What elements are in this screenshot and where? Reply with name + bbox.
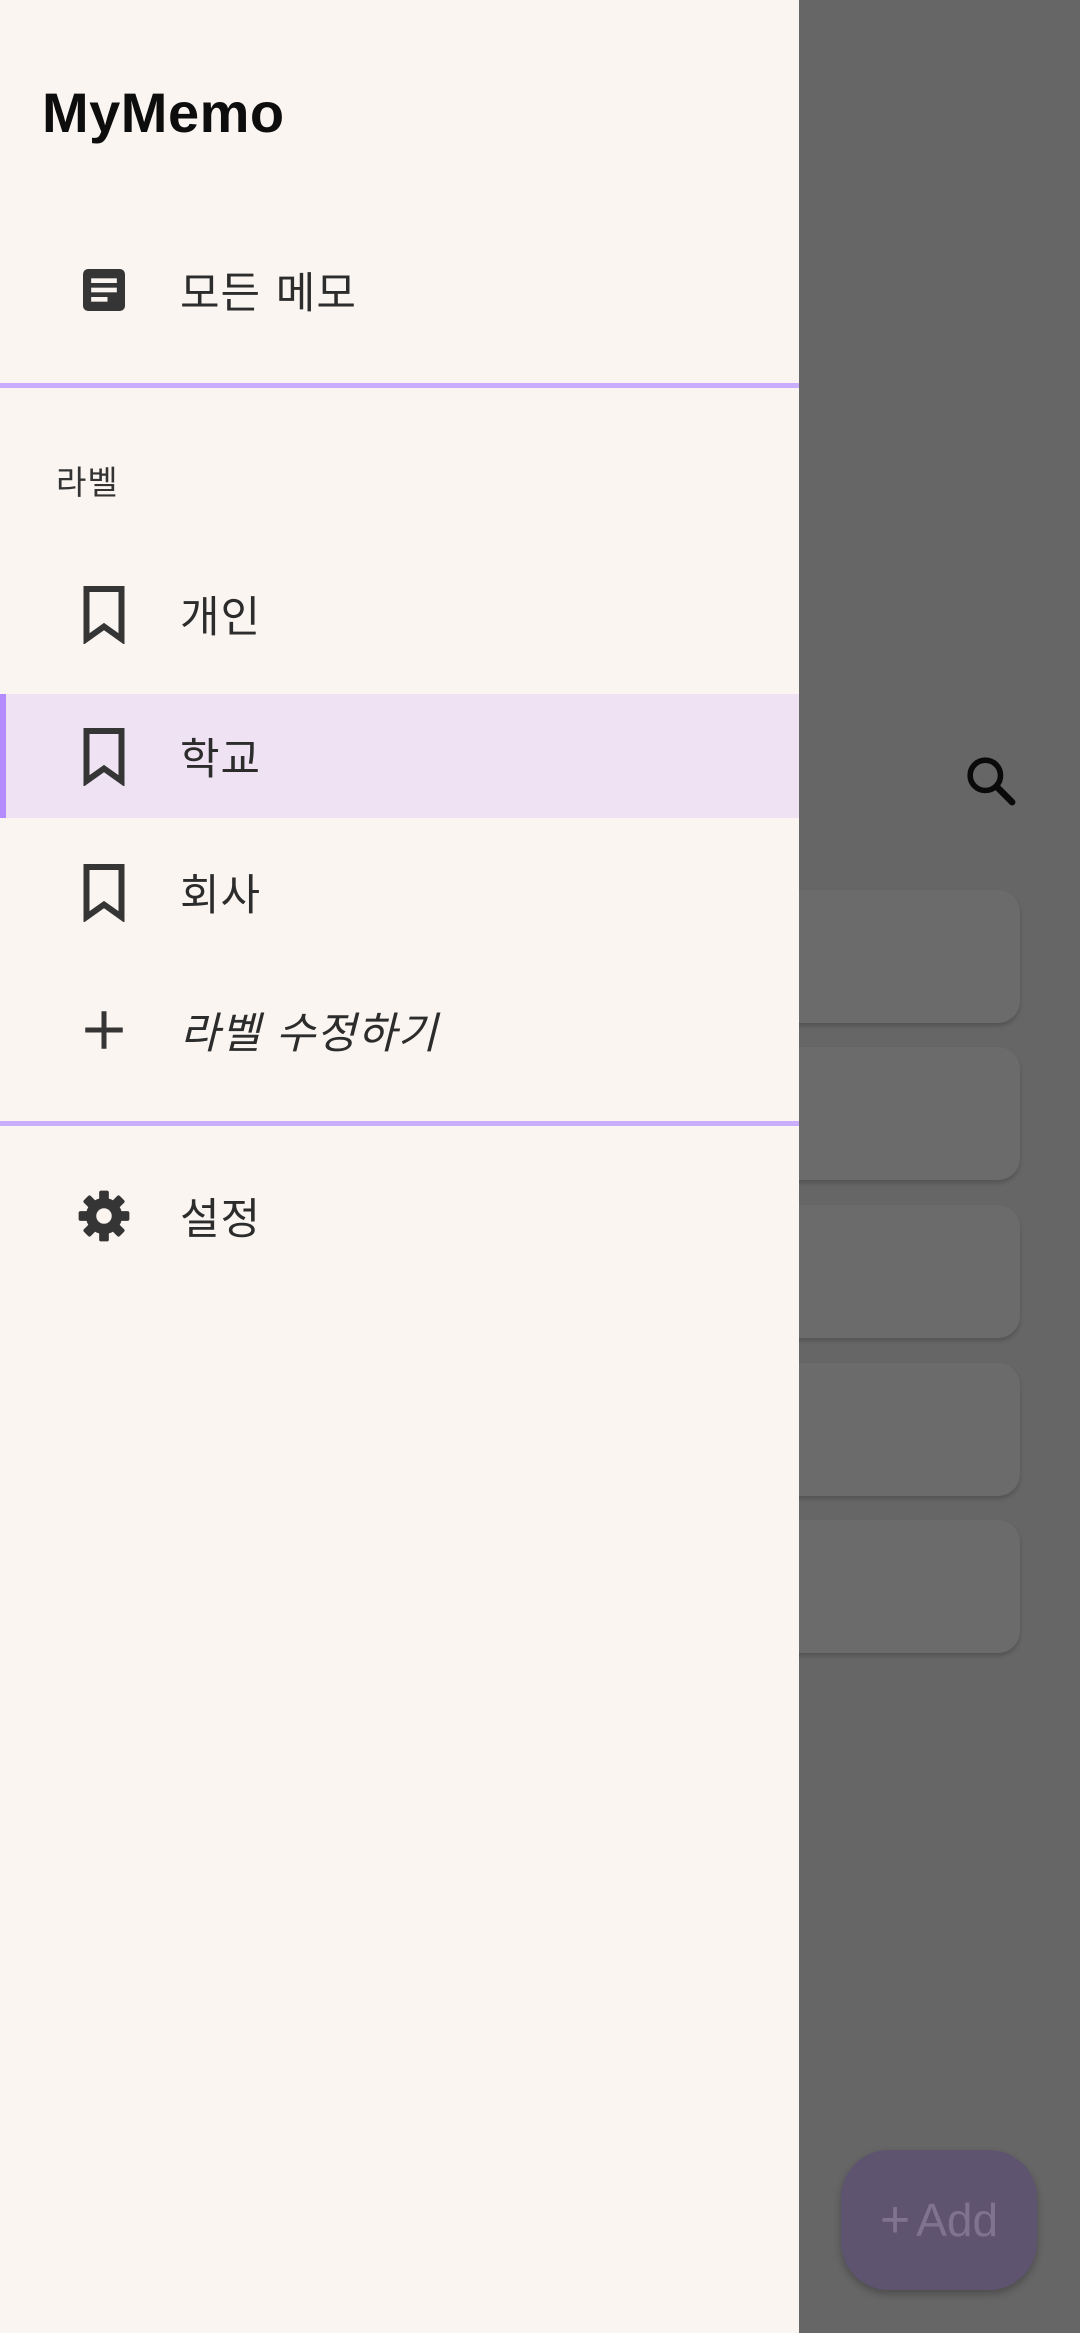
- bookmark-icon: [74, 862, 134, 922]
- drawer-item-label: 설정: [180, 1195, 262, 1245]
- drawer-item-settings[interactable]: 설정: [0, 1154, 799, 1278]
- drawer-item-label: 모든 메모: [180, 269, 357, 319]
- add-button[interactable]: + Add: [841, 2150, 1037, 2290]
- plus-icon: +: [879, 2191, 911, 2249]
- search-icon[interactable]: [955, 745, 1025, 815]
- drawer-item-label-personal[interactable]: 개인: [0, 552, 799, 676]
- drawer-item-label: 라벨 수정하기: [180, 1009, 439, 1059]
- drawer-item-label: 학교: [180, 735, 262, 785]
- divider: [0, 383, 799, 388]
- notes-icon: [74, 260, 134, 320]
- app-title: MyMemo: [42, 81, 285, 144]
- drawer-item-label-work[interactable]: 회사: [0, 830, 799, 954]
- drawer-item-label: 개인: [180, 593, 262, 643]
- bookmark-icon: [74, 584, 134, 644]
- navigation-drawer: MyMemo 모든 메모 라벨 개인 학교 회사 라벨 수정하기 설정: [0, 0, 799, 2333]
- gear-icon: [74, 1186, 134, 1246]
- drawer-item-all-memos[interactable]: 모든 메모: [0, 228, 799, 352]
- plus-icon: [74, 1000, 134, 1060]
- screen: + Add MyMemo 모든 메모 라벨 개인 학교 회사 라벨 수정하기 설…: [0, 0, 1080, 2333]
- labels-section-header: 라벨: [56, 463, 119, 502]
- drawer-item-label-school[interactable]: 학교: [0, 694, 799, 818]
- add-button-label: Add: [916, 2194, 999, 2246]
- drawer-item-edit-labels[interactable]: 라벨 수정하기: [0, 968, 799, 1092]
- divider: [0, 1121, 799, 1126]
- bookmark-icon: [74, 726, 134, 786]
- drawer-item-label: 회사: [180, 871, 262, 921]
